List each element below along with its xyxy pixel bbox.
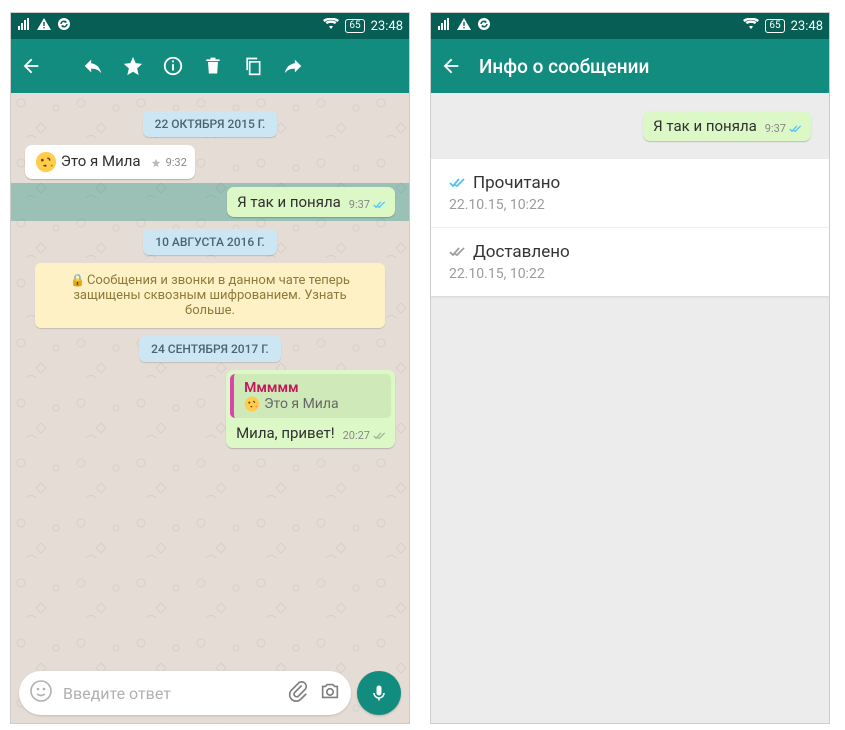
message-info-screen: 65 23:48 Инфо о сообщении Я так и поняла… (430, 12, 830, 724)
info-read: Прочитано 22.10.15, 10:22 (431, 159, 829, 228)
battery-indicator: 65 (345, 19, 364, 33)
signal-icon (17, 18, 31, 34)
info-timestamp: 22.10.15, 10:22 (449, 197, 811, 213)
lock-icon: 🔒 (70, 273, 85, 287)
info-body: Я так и поняла 9:37 Прочитано 22.10.15, … (431, 93, 829, 723)
mic-button[interactable] (357, 671, 401, 715)
quote-text: Это я Мила (264, 396, 339, 412)
message-out-reply[interactable]: Ммммм Это я Мила Мила, привет! 20:27 (25, 370, 395, 448)
delivered-ticks-icon (373, 431, 387, 441)
delivered-ticks-icon (449, 246, 467, 258)
status-bar: 65 23:48 (431, 13, 829, 39)
info-timestamp: 22.10.15, 10:22 (449, 266, 811, 282)
clock: 23:48 (371, 19, 403, 34)
info-delivered: Доставлено 22.10.15, 10:22 (431, 228, 829, 296)
back-icon[interactable] (19, 54, 43, 78)
wifi-icon (323, 18, 339, 34)
date-separator: 10 АВГУСТА 2016 Г. (143, 229, 276, 255)
sync-icon (477, 17, 491, 35)
message-time: 9:37 (349, 198, 370, 211)
emoji-picker-icon[interactable] (29, 679, 53, 707)
copy-icon[interactable] (241, 54, 265, 78)
emoji-kiss-icon (35, 151, 57, 173)
attach-icon[interactable] (287, 680, 309, 706)
input-bar: Введите ответ (19, 671, 401, 715)
quote-sender: Ммммм (244, 380, 381, 396)
sync-icon (57, 17, 71, 35)
battery-indicator: 65 (765, 19, 784, 33)
input-placeholder: Введите ответ (63, 684, 277, 703)
message-in[interactable]: Это я Мила 9:32 (25, 145, 395, 179)
wifi-icon (743, 18, 759, 34)
message-text: Я так и поняла (653, 117, 757, 135)
chat-action-toolbar (11, 39, 409, 93)
info-icon[interactable] (161, 54, 185, 78)
back-icon[interactable] (439, 54, 463, 78)
message-input[interactable]: Введите ответ (19, 671, 351, 715)
date-separator: 22 ОКТЯБРЯ 2015 Г. (143, 111, 278, 137)
page-title: Инфо о сообщении (479, 55, 821, 78)
star-small-icon (149, 158, 163, 168)
clock: 23:48 (791, 19, 823, 34)
message-text: Мила, привет! (236, 424, 335, 442)
camera-icon[interactable] (319, 680, 341, 706)
message-time: 9:32 (166, 156, 187, 169)
emoji-kiss-icon (244, 396, 260, 412)
info-message-bubble: Я так и поняла 9:37 (643, 111, 811, 141)
reply-quote: Ммммм Это я Мила (230, 374, 391, 418)
warning-icon (457, 18, 471, 34)
message-out-selected[interactable]: Я так и поняла 9:37 (11, 183, 409, 221)
encryption-notice[interactable]: 🔒Сообщения и звонки в данном чате теперь… (35, 263, 385, 328)
info-card: Прочитано 22.10.15, 10:22 Доставлено 22.… (431, 159, 829, 296)
reply-icon[interactable] (81, 54, 105, 78)
warning-icon (37, 18, 51, 34)
message-time: 9:37 (765, 122, 786, 135)
message-time: 20:27 (343, 429, 370, 442)
signal-icon (437, 18, 451, 34)
delete-icon[interactable] (201, 54, 225, 78)
date-separator: 24 СЕНТЯБРЯ 2017 Г. (139, 336, 281, 362)
forward-icon[interactable] (281, 54, 305, 78)
read-ticks-icon (789, 124, 803, 134)
read-ticks-icon (373, 200, 387, 210)
chat-body: 22 ОКТЯБРЯ 2015 Г. Это я Мила 9:32 Я так… (11, 93, 409, 723)
info-toolbar: Инфо о сообщении (431, 39, 829, 93)
star-icon[interactable] (121, 54, 145, 78)
info-label-text: Прочитано (473, 173, 560, 193)
read-ticks-icon (449, 177, 467, 189)
message-text: Это я Мила (61, 152, 141, 170)
info-label-text: Доставлено (473, 242, 570, 262)
status-bar: 65 23:48 (11, 13, 409, 39)
message-text: Я так и поняла (237, 193, 341, 211)
chat-screen: 65 23:48 22 ОКТЯБРЯ 2015 Г. (10, 12, 410, 724)
